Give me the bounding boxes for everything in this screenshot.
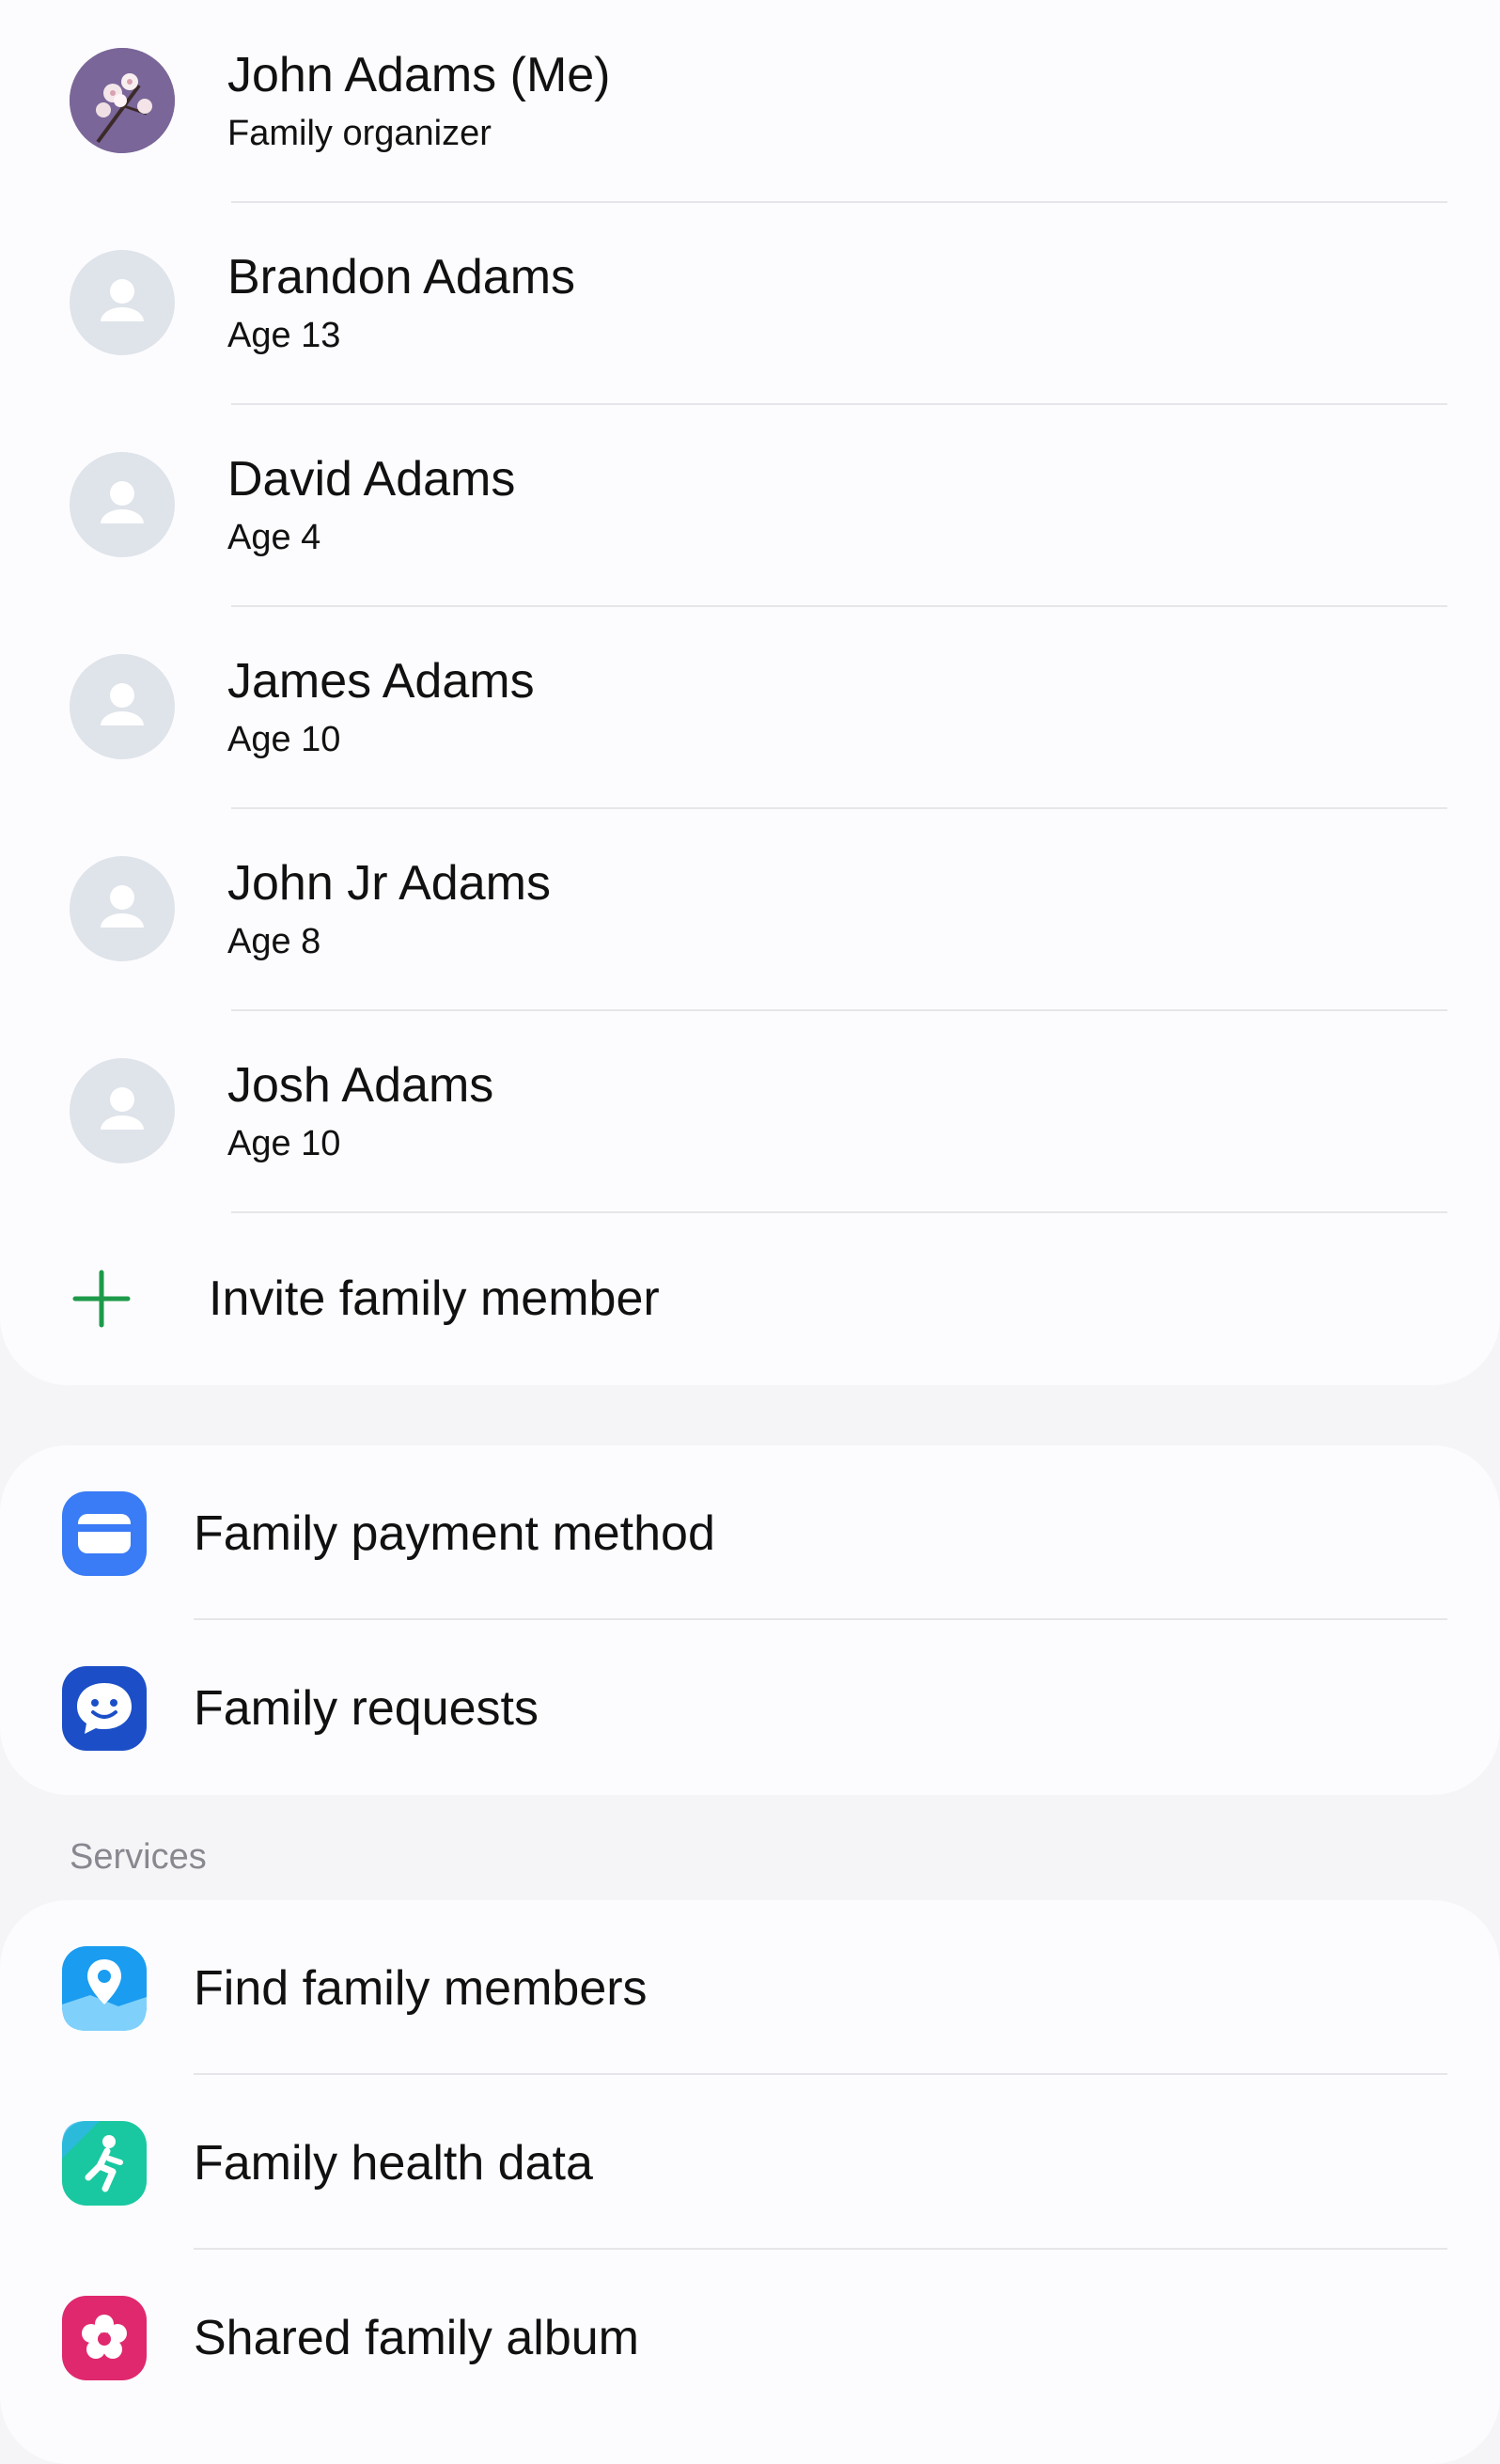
member-name: John Adams (Me)	[227, 48, 611, 102]
member-name: John Jr Adams	[227, 856, 551, 911]
services-section-header: Services	[70, 1837, 207, 1877]
member-age: Age 13	[227, 316, 341, 355]
services-card: Find family members Family health data S…	[0, 1900, 1500, 2464]
member-name: Brandon Adams	[227, 250, 576, 304]
row-label: Find family members	[194, 1961, 648, 2016]
row-label: Family requests	[194, 1681, 539, 1736]
default-person-avatar	[70, 1058, 175, 1163]
member-row[interactable]: David Adams Age 4	[0, 404, 1500, 607]
member-role: Family organizer	[227, 114, 492, 153]
member-age: Age 10	[227, 1124, 341, 1163]
family-members-card: John Adams (Me) Family organizer Brandon…	[0, 0, 1500, 1385]
family-payment-method-item[interactable]: Family payment method	[0, 1445, 1500, 1620]
member-row[interactable]: James Adams Age 10	[0, 606, 1500, 809]
member-row[interactable]: Josh Adams Age 10	[0, 1010, 1500, 1213]
row-label: Family payment method	[194, 1506, 715, 1561]
invite-family-member-button[interactable]: Invite family member	[0, 1212, 1500, 1386]
photo-avatar-flowers	[70, 48, 175, 153]
health-figure-icon	[62, 2121, 147, 2206]
chat-smile-icon	[62, 1666, 147, 1751]
default-person-avatar	[70, 856, 175, 961]
family-health-data-item[interactable]: Family health data	[0, 2075, 1500, 2250]
family-requests-item[interactable]: Family requests	[0, 1620, 1500, 1795]
row-label: Shared family album	[194, 2311, 639, 2365]
card-icon	[62, 1491, 147, 1576]
member-name: David Adams	[227, 452, 516, 507]
family-options-card: Family payment method Family requests	[0, 1445, 1500, 1795]
member-row[interactable]: John Jr Adams Age 8	[0, 808, 1500, 1011]
member-row[interactable]: John Adams (Me) Family organizer	[0, 0, 1500, 203]
default-person-avatar	[70, 250, 175, 355]
shared-family-album-item[interactable]: Shared family album	[0, 2250, 1500, 2425]
default-person-avatar	[70, 654, 175, 759]
location-pin-icon	[62, 1946, 147, 2031]
member-name: Josh Adams	[227, 1058, 494, 1113]
member-age: Age 4	[227, 518, 321, 557]
default-person-avatar	[70, 452, 175, 557]
row-label: Family health data	[194, 2136, 593, 2191]
plus-icon	[72, 1270, 131, 1328]
member-age: Age 8	[227, 922, 321, 961]
member-row[interactable]: Brandon Adams Age 13	[0, 202, 1500, 405]
member-name: James Adams	[227, 654, 535, 709]
flower-album-icon	[62, 2296, 147, 2380]
invite-label: Invite family member	[209, 1271, 660, 1326]
find-family-members-item[interactable]: Find family members	[0, 1900, 1500, 2075]
member-age: Age 10	[227, 720, 341, 759]
